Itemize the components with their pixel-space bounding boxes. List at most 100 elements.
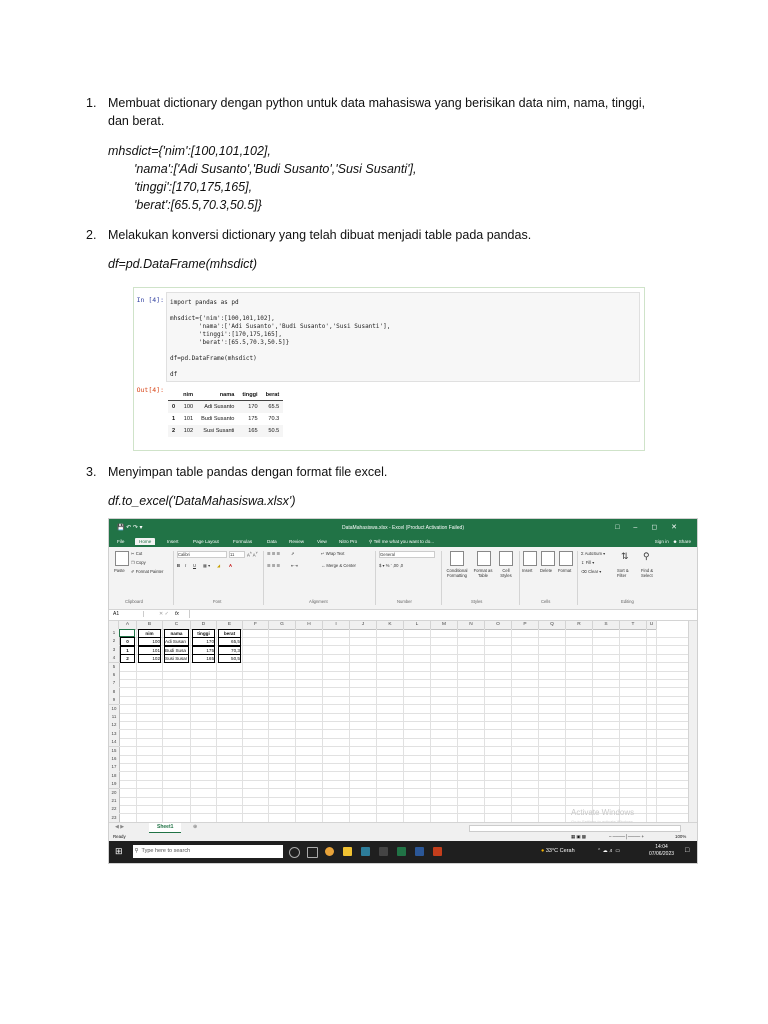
tab-formulas[interactable]: Formulas [229, 538, 256, 545]
column-header[interactable]: H [296, 621, 323, 630]
format-painter-button[interactable]: ✐ Format Painter [131, 569, 163, 574]
column-header[interactable]: F [243, 621, 269, 630]
sheet-cell[interactable]: Susi Susar [164, 654, 189, 664]
tab-home[interactable]: Home [135, 538, 156, 545]
cortana-icon[interactable] [289, 847, 300, 858]
horizontal-align-buttons[interactable]: ☰☰☰ [267, 563, 281, 568]
store-icon[interactable] [361, 847, 370, 856]
wrap-text-button[interactable]: ↵ Wrap Text [321, 551, 344, 556]
tab-nitro-pro[interactable]: Nitro Pro [335, 538, 361, 545]
code-cell[interactable]: import pandas as pd mhsdict={'nim':[100,… [166, 292, 640, 382]
font-color-button[interactable]: A [229, 563, 232, 568]
selected-cell-a1[interactable] [119, 629, 135, 637]
clear-button[interactable]: ⌫ Clear ▾ [581, 569, 601, 574]
conditional-formatting-icon[interactable] [450, 551, 464, 566]
column-header[interactable]: N [458, 621, 485, 630]
formula-buttons[interactable]: ✕ ✓ [159, 611, 169, 617]
tab-review[interactable]: Review [285, 538, 308, 545]
sheet-cell[interactable]: 165 [192, 654, 215, 664]
word-taskbar-icon[interactable] [415, 847, 424, 856]
column-header[interactable]: S [593, 621, 620, 630]
column-header[interactable]: K [377, 621, 404, 630]
column-header[interactable]: T [620, 621, 647, 630]
vertical-align-buttons[interactable]: ☰☰☰ [267, 551, 281, 556]
merge-center-button[interactable]: ↔ Merge & Center [321, 563, 356, 568]
paste-button[interactable]: Paste [114, 568, 125, 573]
cell-styles-button[interactable]: Cell Styles [497, 568, 515, 578]
view-buttons[interactable]: ▦ ▣ ▩ [571, 834, 586, 840]
vertical-scrollbar[interactable] [688, 621, 697, 831]
font-size-select[interactable]: 11 [229, 551, 245, 558]
tray-icons[interactable]: ⌃ ☁ ♬ ▭ [597, 848, 620, 854]
sort-filter-icon[interactable]: ⇅ [621, 551, 629, 562]
italic-button[interactable]: I [185, 563, 186, 568]
add-sheet-icon[interactable]: ⊕ [193, 824, 197, 830]
number-format-buttons[interactable]: $ ▾ % ’ ,00 ,0 [379, 563, 403, 568]
column-header[interactable]: J [350, 621, 377, 630]
bold-button[interactable]: B [177, 563, 180, 568]
column-header[interactable]: Q [539, 621, 566, 630]
formula-input[interactable] [189, 610, 690, 618]
signin-link[interactable]: Sign in ☻ Share [655, 539, 691, 544]
find-select-icon[interactable]: ⚲ [643, 551, 650, 562]
excel-taskbar-icon[interactable] [397, 847, 406, 856]
sheet-cell[interactable]: 2 [120, 654, 135, 664]
font-grow-shrink[interactable]: A˄ A˅ [247, 551, 258, 557]
spreadsheet-grid[interactable]: A B C D E F G H I J K L M N O P Q R S T U 1 2 3 4 5 6 7 8 9 10 11 12 13 14… [109, 621, 697, 831]
column-header[interactable]: P [512, 621, 539, 630]
file-explorer-icon[interactable] [343, 847, 352, 856]
delete-cells-button[interactable]: Delete [540, 568, 552, 573]
sheet-nav-arrows[interactable]: ◀ ▶ [115, 824, 124, 830]
format-cells-button[interactable]: Format [558, 568, 571, 573]
cut-button[interactable]: ✂ Cut [131, 551, 142, 556]
borders-button[interactable]: ▦ ▾ [203, 563, 210, 568]
tell-me-box[interactable]: ⚲ Tell me what you want to do... [365, 538, 438, 546]
windows-start-icon[interactable]: ⊞ [115, 846, 123, 857]
tab-page-layout[interactable]: Page Layout [189, 538, 223, 545]
format-as-table-button[interactable]: Format as Table [472, 568, 494, 578]
column-header[interactable]: O [485, 621, 512, 630]
autosum-button[interactable]: Σ AutoSum ▾ [581, 551, 605, 556]
column-header[interactable]: L [404, 621, 431, 630]
taskbar-search-box[interactable]: ⚲ Type here to search [133, 845, 283, 858]
insert-cells-icon[interactable] [523, 551, 537, 566]
sort-filter-button[interactable]: Sort & Filter [617, 568, 639, 578]
sheet-cell[interactable]: 50,5 [218, 654, 241, 664]
column-header[interactable]: I [323, 621, 350, 630]
orientation-button[interactable]: ⇗ [291, 551, 295, 556]
tab-insert[interactable]: Insert [163, 538, 183, 545]
tab-file[interactable]: File [113, 538, 128, 545]
notification-icon[interactable]: □ [685, 847, 689, 854]
fill-button[interactable]: ↧ Fill ▾ [581, 560, 594, 565]
column-header[interactable]: M [431, 621, 458, 630]
number-format-select[interactable]: General [379, 551, 435, 558]
tab-view[interactable]: View [313, 538, 331, 545]
sheet-cell[interactable]: 102 [138, 654, 161, 664]
format-cells-icon[interactable] [559, 551, 573, 566]
powerpoint-taskbar-icon[interactable] [433, 847, 442, 856]
paste-icon[interactable] [115, 551, 129, 566]
column-header[interactable]: R [566, 621, 593, 630]
taskbar-clock[interactable]: 14:04 07/06/2023 [649, 844, 674, 858]
format-as-table-icon[interactable] [477, 551, 491, 566]
terminal-icon[interactable] [379, 847, 388, 856]
find-select-button[interactable]: Find & Select [641, 568, 663, 578]
zoom-slider[interactable]: – ────│──── + [609, 834, 644, 839]
weather-widget[interactable]: ● 33°C Cerah [541, 848, 575, 854]
delete-cells-icon[interactable] [541, 551, 555, 566]
window-controls[interactable]: □–◻✕ [615, 523, 691, 531]
underline-button[interactable]: U [193, 563, 196, 568]
task-view-icon[interactable] [307, 847, 318, 858]
horizontal-scrollbar[interactable] [469, 825, 681, 832]
name-box[interactable]: A1 [113, 611, 144, 617]
cell-styles-icon[interactable] [499, 551, 513, 566]
fill-color-button[interactable]: ◢ [217, 563, 220, 568]
insert-cells-button[interactable]: Insert [522, 568, 532, 573]
font-name-select[interactable]: Calibri [177, 551, 227, 558]
copy-button[interactable]: ❐ Copy [131, 560, 146, 565]
chrome-icon[interactable] [325, 847, 334, 856]
conditional-formatting-button[interactable]: Conditional Formatting [443, 568, 471, 578]
tab-data[interactable]: Data [263, 538, 281, 545]
column-header[interactable]: G [269, 621, 296, 630]
indent-buttons[interactable]: ⇤⇥ [291, 563, 298, 568]
